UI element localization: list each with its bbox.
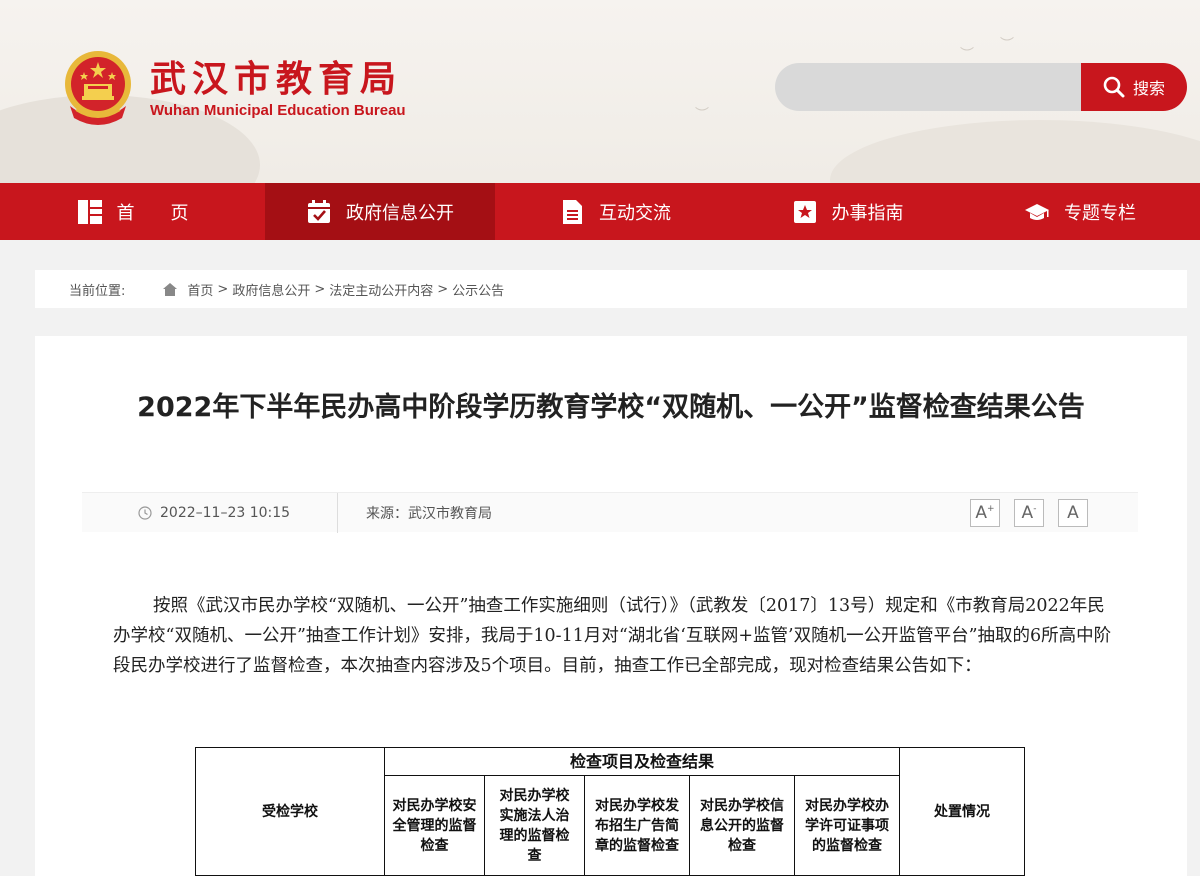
nav-item-label: 专题专栏: [1064, 202, 1136, 224]
font-decrease-button[interactable]: A-: [1014, 499, 1044, 527]
table-header-item: 对民办学校安全管理的监督检查: [384, 775, 485, 876]
bird-decoration: ︶: [960, 47, 974, 63]
table-header-group: 检查项目及检查结果: [384, 747, 900, 776]
breadcrumb-separator: >: [314, 281, 326, 297]
nav-item-label: 互动交流: [599, 202, 671, 224]
article-panel: 2022年下半年民办高中阶段学历教育学校“双随机、一公开”监督检查结果公告 20…: [35, 336, 1187, 876]
breadcrumb-item-gov-info[interactable]: 政府信息公开: [232, 280, 310, 299]
search-bar: 搜索: [775, 63, 1187, 111]
font-increase-button[interactable]: A +: [970, 499, 1000, 527]
table-header-item: 对民办学校实施法人治理的监督检查: [484, 775, 585, 876]
article-date-text: 2022–11–23 10:15: [160, 504, 291, 521]
article-date: 2022–11–23 10:15: [82, 492, 338, 533]
breadcrumb-item-notices[interactable]: 公示公告: [452, 280, 504, 299]
national-emblem-icon: [65, 51, 131, 125]
article-body-paragraph: 按照《武汉市民办学校“双随机、一公开”抽查工作实施细则（试行）》（武教发〔201…: [113, 596, 1112, 676]
nav-item-label: 办事指南: [831, 202, 904, 224]
clock-icon: [138, 505, 152, 520]
table-header-result: 处置情况: [899, 747, 1025, 876]
site-title: 武汉市教育局: [150, 59, 403, 100]
document-icon: [563, 199, 582, 224]
site-header: ︶ ︶ ︶ 武汉市教育局 Wuhan Municipal Education B…: [0, 0, 1200, 183]
breadcrumb: 当前位置: 首页 > 政府信息公开 > 法定主动公开内容 > 公示公告: [35, 270, 1187, 308]
nav-item-special-topics[interactable]: 专题专栏: [960, 183, 1200, 240]
search-input[interactable]: [775, 63, 1095, 111]
nav-item-service-guide[interactable]: 办事指南: [735, 183, 960, 240]
breadcrumb-item-home[interactable]: 首页: [187, 280, 213, 299]
breadcrumb-separator: >: [217, 281, 229, 297]
main-nav: 首 页 政府信息公开 互动交流 办事指南 专题专栏: [0, 183, 1200, 240]
calendar-check-icon: [308, 199, 330, 223]
nav-item-label: 政府信息公开: [346, 202, 454, 224]
nav-item-home[interactable]: 首 页: [0, 183, 265, 240]
article-meta: 2022–11–23 10:15 来源：武汉市教育局 A + A- A: [82, 492, 1138, 533]
breadcrumb-separator: >: [437, 281, 449, 297]
table-header-item: 对民办学校信息公开的监督检查: [689, 775, 795, 876]
search-icon: [1103, 76, 1125, 98]
star-bookmark-icon: [793, 200, 816, 223]
bird-decoration: ︶: [695, 107, 709, 123]
search-button[interactable]: 搜索: [1081, 63, 1187, 111]
home-grid-icon: [77, 199, 102, 224]
bird-decoration: ︶: [1000, 37, 1014, 53]
breadcrumb-item-statutory[interactable]: 法定主动公开内容: [329, 280, 433, 299]
site-subtitle: Wuhan Municipal Education Bureau: [150, 102, 406, 119]
font-size-controls: A + A- A: [970, 499, 1088, 527]
article-source: 来源：武汉市教育局: [366, 505, 492, 522]
table-header-item: 对民办学校办学许可证事项的监督检查: [794, 775, 900, 876]
background-hill: [830, 120, 1200, 183]
table-header-school: 受检学校: [195, 747, 385, 876]
article-title: 2022年下半年民办高中阶段学历教育学校“双随机、一公开”监督检查结果公告: [137, 392, 1085, 423]
nav-item-gov-info[interactable]: 政府信息公开: [265, 183, 495, 240]
inspection-results-table: 受检学校 检查项目及检查结果 处置情况 对民办学校安全管理的监督检查 对民办学校…: [195, 747, 1025, 876]
graduation-cap-icon: [1025, 203, 1049, 220]
search-button-label: 搜索: [1132, 79, 1165, 98]
nav-item-interaction[interactable]: 互动交流: [495, 183, 735, 240]
table-header-item: 对民办学校发布招生广告简章的监督检查: [584, 775, 690, 876]
home-icon: [163, 282, 178, 296]
nav-item-label: 首 页: [116, 202, 189, 224]
breadcrumb-prefix: 当前位置:: [69, 283, 126, 299]
font-reset-button[interactable]: A: [1058, 499, 1088, 527]
